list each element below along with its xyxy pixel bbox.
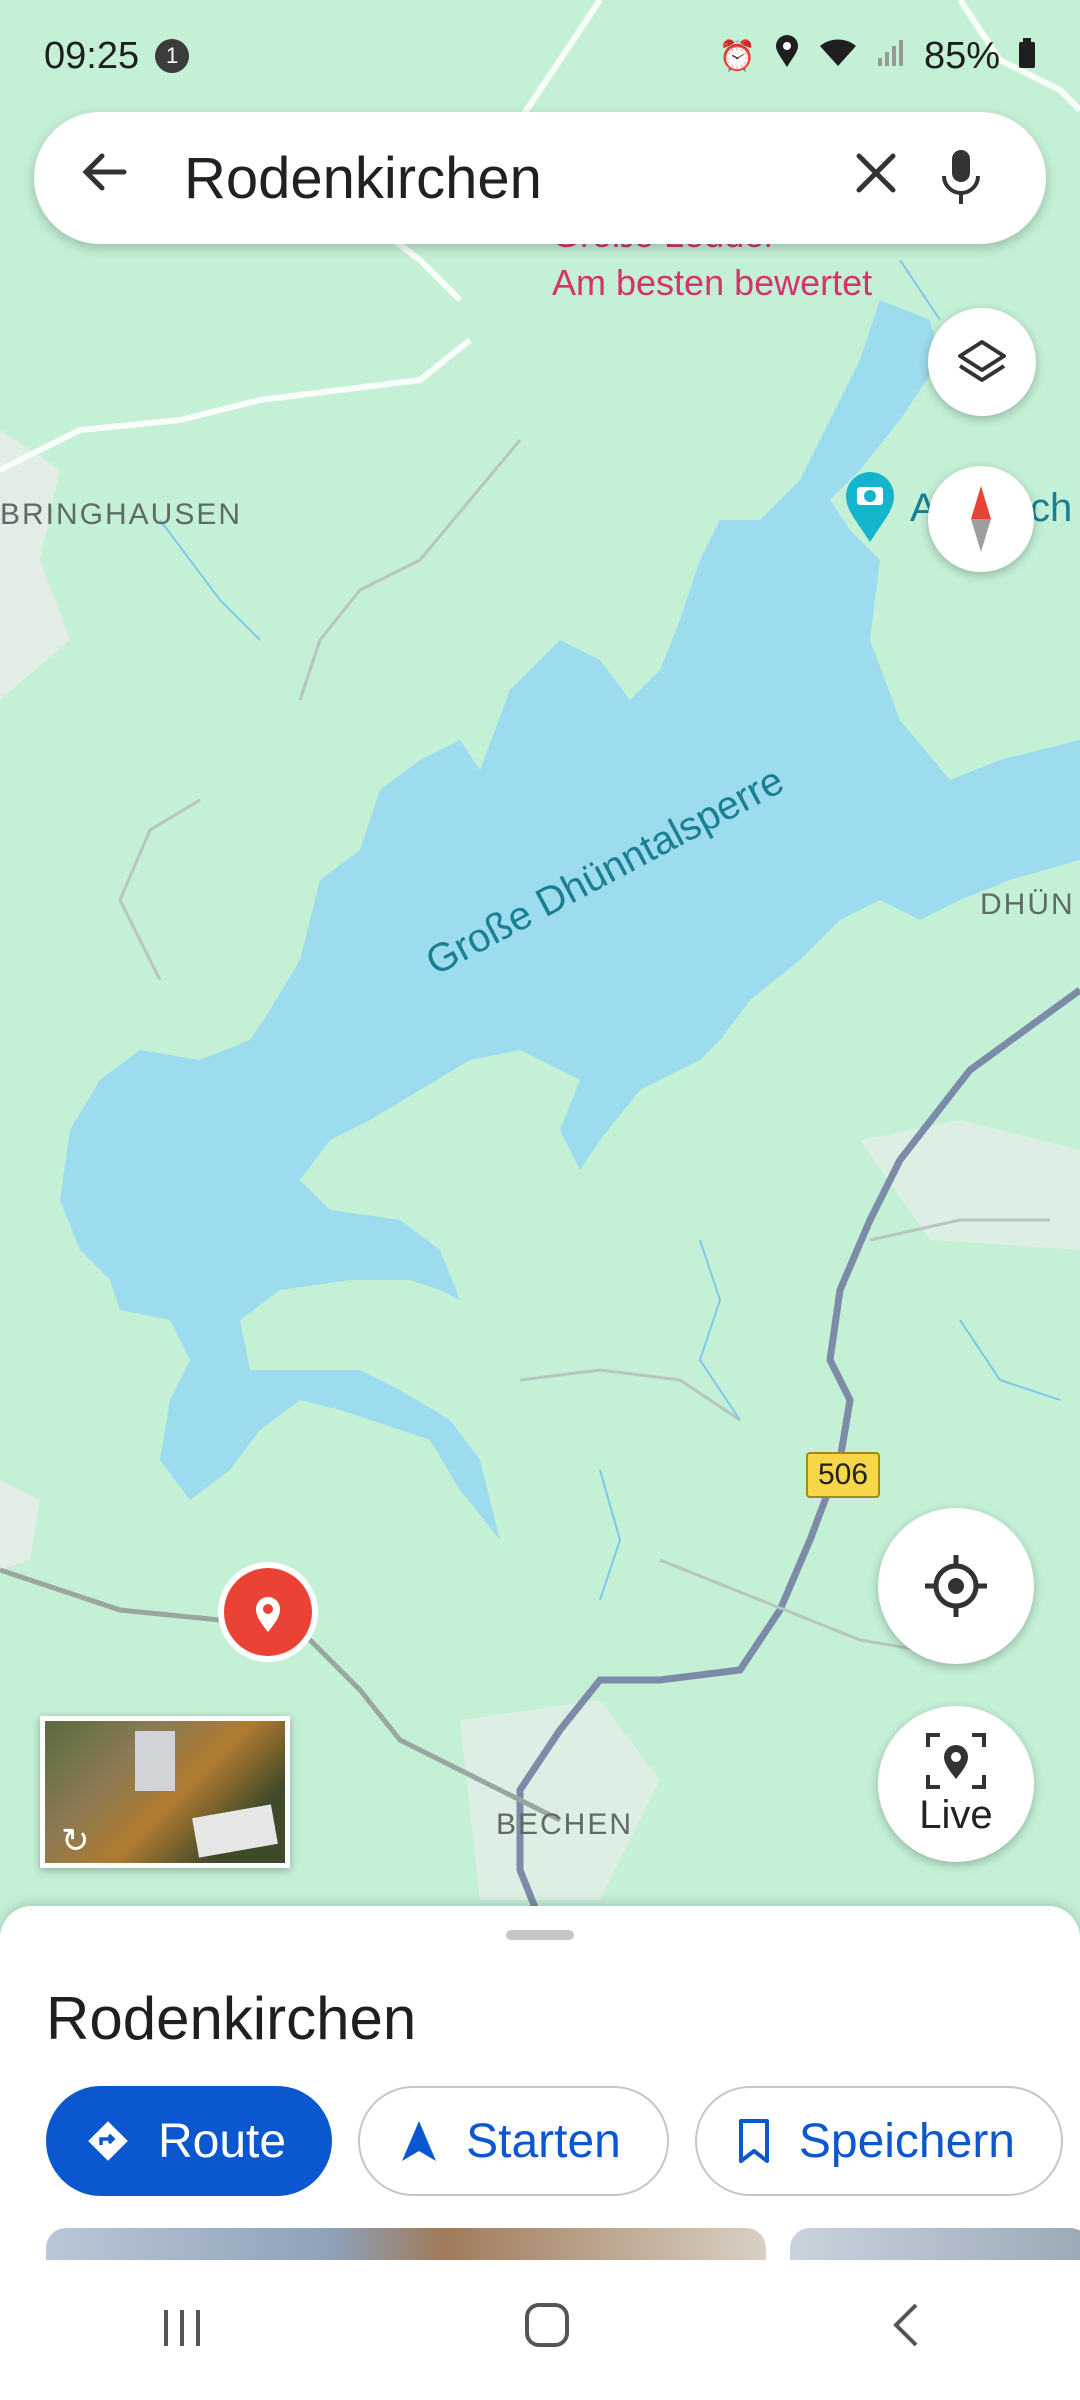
poi-tag[interactable]: Am besten bewertet	[552, 262, 872, 304]
action-button-row: Route Starten Speichern	[46, 2086, 1063, 2196]
location-pin[interactable]	[218, 1562, 318, 1662]
street-view-thumbnail[interactable]: ↻	[40, 1716, 290, 1868]
directions-icon	[86, 2119, 130, 2163]
clear-icon[interactable]	[836, 147, 916, 209]
battery-percentage: 85%	[923, 34, 1000, 77]
microphone-icon[interactable]	[916, 148, 1006, 208]
place-photos-strip[interactable]	[46, 2228, 1080, 2260]
start-button-label: Starten	[466, 2114, 621, 2168]
back-icon[interactable]	[890, 2299, 920, 2361]
place-title: Rodenkirchen	[46, 1985, 417, 2052]
search-input[interactable]: Rodenkirchen	[184, 145, 836, 212]
crosshair-icon	[925, 1555, 987, 1617]
place-bottom-sheet[interactable]: Rodenkirchen Route Starten Speichern	[0, 1906, 1080, 2260]
navigation-arrow-icon	[400, 2119, 438, 2163]
battery-icon	[1018, 35, 1036, 78]
street-view-image: ↻	[45, 1721, 285, 1863]
bookmark-icon	[737, 2119, 771, 2163]
my-location-button[interactable]	[878, 1508, 1034, 1664]
compass-button[interactable]	[928, 466, 1034, 572]
route-shield-506: 506	[806, 1452, 881, 1498]
live-label: Live	[919, 1792, 993, 1837]
photo-poi-marker[interactable]	[842, 470, 898, 544]
place-label-bechen: BECHEN	[496, 1808, 634, 1841]
home-icon[interactable]	[524, 2299, 570, 2361]
layers-icon	[958, 340, 1006, 382]
search-bar[interactable]: Rodenkirchen	[34, 112, 1046, 244]
place-label-dhuen: DHÜN	[980, 888, 1075, 921]
clock: 09:25	[44, 34, 140, 77]
edge-label-fragment: ch	[1030, 486, 1073, 530]
layers-button[interactable]	[928, 308, 1036, 416]
status-bar: 09:25 1 ⏰ 85%	[0, 0, 1080, 112]
recent-apps-icon[interactable]	[160, 2299, 204, 2361]
start-button[interactable]: Starten	[358, 2086, 669, 2196]
back-arrow-icon[interactable]	[74, 146, 134, 211]
live-view-icon	[926, 1732, 986, 1789]
save-button-label: Speichern	[798, 2114, 1015, 2168]
location-status-icon	[774, 34, 800, 78]
place-label-bringhausen: BRINGHAUSEN	[0, 498, 243, 531]
place-photo[interactable]	[46, 2228, 766, 2260]
live-view-button[interactable]: Live	[878, 1706, 1034, 1862]
route-button[interactable]: Route	[46, 2086, 333, 2196]
route-button-label: Route	[158, 2114, 287, 2168]
compass-icon	[971, 486, 991, 552]
place-photo[interactable]	[790, 2228, 1080, 2260]
system-navigation-bar	[0, 2260, 1080, 2400]
save-button[interactable]: Speichern	[694, 2086, 1063, 2196]
notification-count-badge: 1	[155, 39, 190, 73]
sheet-drag-handle[interactable]	[506, 1930, 574, 1940]
360-view-icon: ↻	[61, 1822, 90, 1860]
signal-icon	[876, 35, 906, 78]
wifi-icon	[818, 35, 858, 78]
alarm-icon: ⏰	[718, 39, 756, 73]
